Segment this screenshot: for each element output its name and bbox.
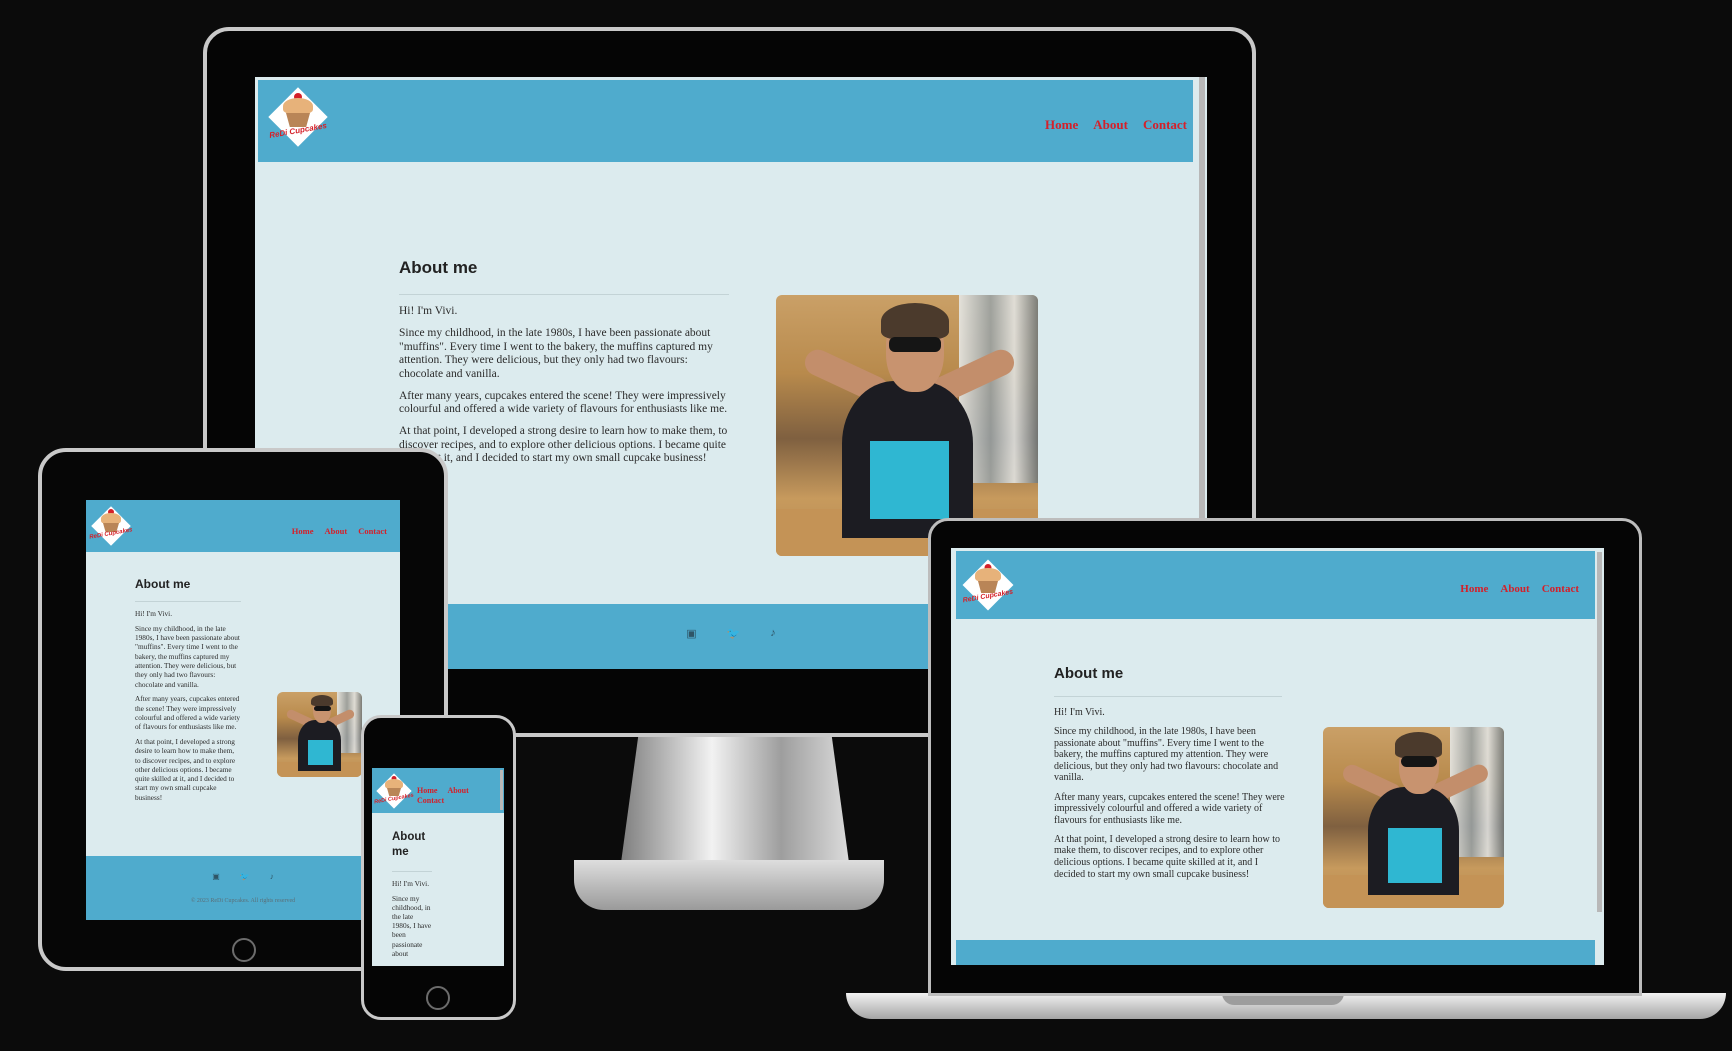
page-title: About me xyxy=(135,577,191,591)
tiktok-icon[interactable]: ♪ xyxy=(270,872,274,881)
profile-photo xyxy=(1323,727,1504,908)
about-text: Hi! I'm Vivi. Since my childhood, in the… xyxy=(399,305,729,475)
site-logo[interactable]: ReDi Cupcakes xyxy=(266,85,330,149)
about-paragraph: After many years, cupcakes entered the s… xyxy=(135,694,241,732)
about-paragraph: Hi! I'm Vivi. xyxy=(135,609,173,618)
site-header: ReDi Cupcakes Home About Contact xyxy=(372,768,504,813)
about-paragraph: Since my childhood, in the late 1980s, I… xyxy=(399,327,713,380)
site-header: ReDi Cupcakes Home About Contact xyxy=(86,500,400,552)
about-text: Hi! I'm Vivi. Since my childhood, in the… xyxy=(135,609,241,808)
about-paragraph: Hi! I'm Vivi. xyxy=(1054,707,1105,718)
nav-about-link[interactable]: About xyxy=(1093,117,1128,133)
tablet-screen: ReDi Cupcakes Home About Contact About m… xyxy=(86,500,400,920)
about-paragraph: Since my childhood, in the late 1980s, I… xyxy=(135,623,240,689)
site-logo[interactable]: ReDi Cupcakes xyxy=(89,504,133,548)
site-footer: ▣ 🐦 ♪ © 2023 ReDi Cupcakes. All rights r… xyxy=(86,856,400,920)
nav-contact-link[interactable]: Contact xyxy=(1143,117,1187,133)
title-divider xyxy=(135,601,241,602)
nav-about-link[interactable]: About xyxy=(325,526,348,536)
instagram-icon[interactable]: ▣ xyxy=(212,872,220,881)
about-text: Hi! I'm Vivi. Since my childhood, in the… xyxy=(392,879,434,964)
title-divider xyxy=(399,294,729,295)
tablet-home-button[interactable] xyxy=(232,938,256,962)
nav-home-link[interactable]: Home xyxy=(1045,117,1078,133)
scrollbar[interactable] xyxy=(1199,77,1205,592)
title-divider xyxy=(392,871,432,872)
page-title: About me xyxy=(1054,665,1124,682)
about-paragraph: After many years, cupcakes entered the s… xyxy=(399,389,728,416)
page-title: About me xyxy=(399,258,478,277)
copyright-text: © 2023 ReDi Cupcakes. All rights reserve… xyxy=(190,898,296,904)
monitor-stand xyxy=(620,735,850,870)
title-divider xyxy=(1054,696,1282,697)
instagram-icon[interactable]: ▣ xyxy=(686,627,696,640)
site-logo[interactable]: ReDi Cupcakes xyxy=(960,557,1016,613)
nav-about-link[interactable]: About xyxy=(447,786,468,795)
twitter-icon[interactable]: 🐦 xyxy=(727,627,741,640)
nav-contact-link[interactable]: Contact xyxy=(417,796,444,805)
monitor-base xyxy=(574,860,884,910)
about-paragraph: After many years, cupcakes entered the s… xyxy=(1054,791,1285,826)
about-paragraph: Hi! I'm Vivi. xyxy=(392,879,430,888)
social-links: ▣ 🐦 ♪ xyxy=(86,872,400,881)
about-paragraph: At that point, I developed a strong desi… xyxy=(135,736,236,802)
tiktok-icon[interactable]: ♪ xyxy=(770,627,776,640)
page-title: About me xyxy=(392,831,426,858)
laptop-screen: ReDi Cupcakes Home About Contact About m… xyxy=(951,548,1604,965)
main-nav: Home About Contact xyxy=(1045,117,1187,133)
nav-home-link[interactable]: Home xyxy=(417,786,437,795)
nav-home-link[interactable]: Home xyxy=(292,526,314,536)
about-paragraph: At that point, I developed a strong desi… xyxy=(1054,833,1281,880)
site-header: ReDi Cupcakes Home About Contact xyxy=(258,80,1193,162)
nav-about-link[interactable]: About xyxy=(1500,583,1529,595)
profile-photo xyxy=(277,692,362,777)
nav-home-link[interactable]: Home xyxy=(1460,583,1488,595)
profile-photo xyxy=(776,295,1038,556)
scrollbar[interactable] xyxy=(1597,552,1602,912)
main-nav: Home About Contact xyxy=(417,786,477,805)
scrollbar[interactable] xyxy=(500,770,503,810)
about-paragraph: Since my childhood, in the late 1980s, I… xyxy=(1054,726,1279,784)
about-paragraph: At that point, I developed a strong desi… xyxy=(399,425,728,465)
main-nav: Home About Contact xyxy=(1460,583,1579,595)
site-logo[interactable]: ReDi Cupcakes xyxy=(374,771,414,811)
about-paragraph: Hi! I'm Vivi. xyxy=(399,305,458,317)
site-footer xyxy=(956,940,1595,965)
phone-home-button[interactable] xyxy=(426,986,450,1010)
about-paragraph: Since my childhood, in the late 1980s, I… xyxy=(392,893,432,958)
about-text: Hi! I'm Vivi. Since my childhood, in the… xyxy=(1054,707,1286,888)
twitter-icon[interactable]: 🐦 xyxy=(240,872,250,881)
nav-contact-link[interactable]: Contact xyxy=(358,526,387,536)
nav-contact-link[interactable]: Contact xyxy=(1542,583,1579,595)
phone-screen: ReDi Cupcakes Home About Contact About m… xyxy=(372,768,504,966)
site-header: ReDi Cupcakes Home About Contact xyxy=(956,551,1595,619)
main-nav: Home About Contact xyxy=(292,526,387,536)
